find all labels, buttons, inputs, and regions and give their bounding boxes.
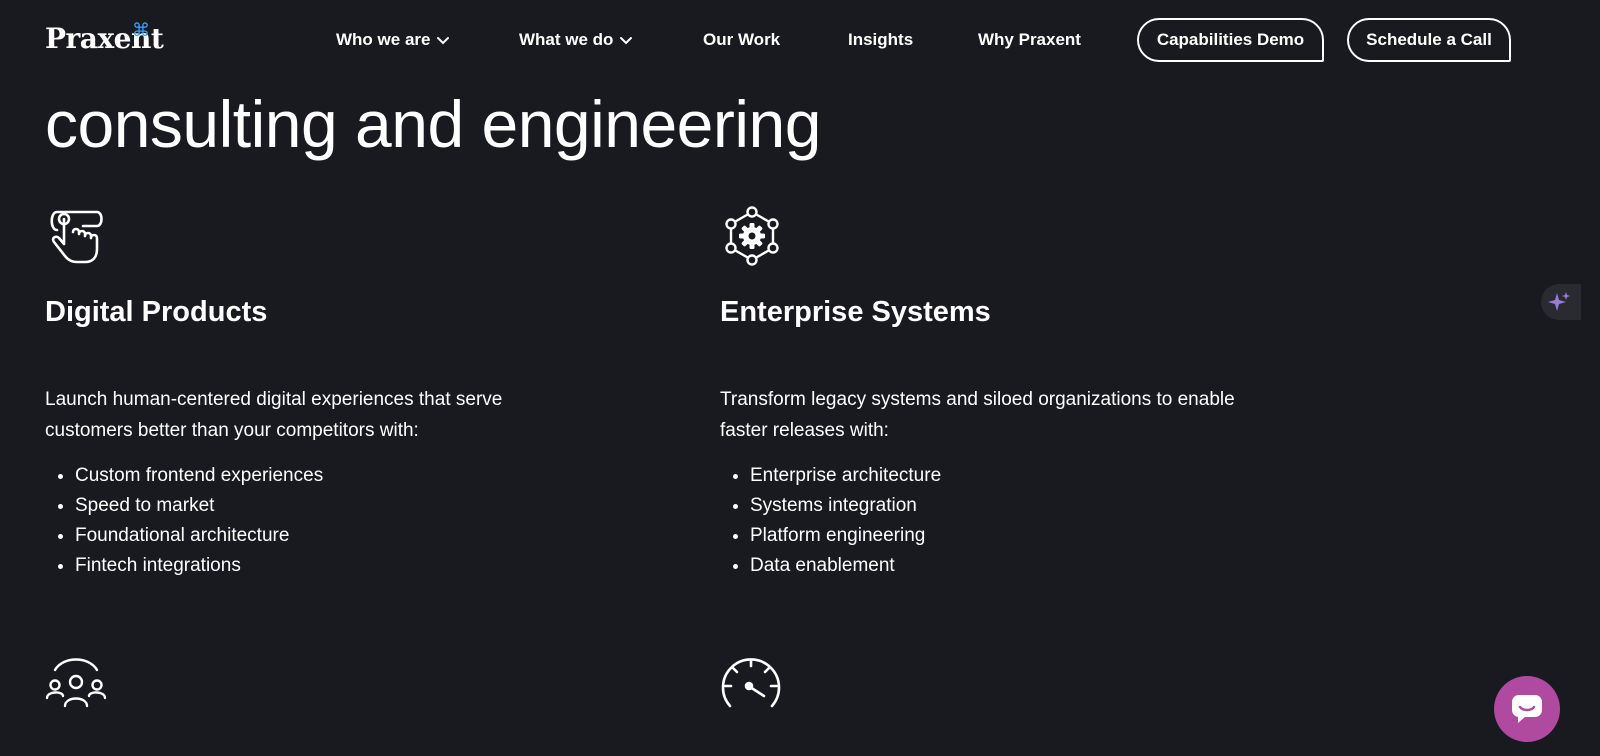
list-item: Platform engineering — [750, 521, 941, 551]
schedule-call-button[interactable]: Schedule a Call — [1347, 18, 1511, 62]
list-item: Data enablement — [750, 551, 941, 581]
touch-hand-icon — [50, 210, 103, 264]
service-description: Launch human-centered digital experience… — [45, 389, 503, 441]
team-group-icon — [45, 658, 107, 708]
nav-why-praxent[interactable]: Why Praxent — [978, 30, 1081, 50]
hero-heading: consulting and engineering — [45, 87, 821, 161]
nav-our-work[interactable]: Our Work — [703, 30, 780, 50]
service-list: Custom frontend experiences Speed to mar… — [45, 461, 323, 581]
list-item: Fintech integrations — [75, 551, 323, 581]
chat-icon — [1512, 695, 1542, 723]
service-description: Transform legacy systems and siloed orga… — [720, 389, 1235, 441]
list-item: Enterprise architecture — [750, 461, 941, 491]
page: Praxent ⌘ Who we are What we do Our Work… — [0, 0, 1600, 756]
chevron-down-icon — [437, 37, 450, 45]
service-title: Enterprise Systems — [720, 296, 991, 328]
chevron-down-icon — [620, 37, 633, 45]
list-item: Custom frontend experiences — [75, 461, 323, 491]
nav-who-we-are[interactable]: Who we are — [336, 30, 450, 50]
speedometer-icon — [721, 658, 781, 708]
service-enterprise-systems: Enterprise Systems Transform legacy syst… — [720, 204, 1280, 584]
assistant-tab[interactable] — [1541, 284, 1581, 320]
sparkle-icon — [1548, 292, 1570, 311]
site-header: Praxent ⌘ Who we are What we do Our Work… — [0, 0, 1600, 84]
list-item: Foundational architecture — [75, 521, 323, 551]
service-title: Digital Products — [45, 296, 268, 328]
nav-what-we-do[interactable]: What we do — [519, 30, 633, 50]
logo-mark-icon: ⌘ — [132, 20, 150, 41]
nav-insights[interactable]: Insights — [848, 30, 913, 50]
list-item: Speed to market — [75, 491, 323, 521]
list-item: Systems integration — [750, 491, 941, 521]
service-list: Enterprise architecture Systems integrat… — [720, 461, 941, 581]
gear-network-icon — [725, 206, 779, 266]
nav-label: Who we are — [336, 30, 431, 49]
nav-label: What we do — [519, 30, 614, 49]
nav-label: Our Work — [703, 30, 781, 49]
nav-label: Insights — [848, 30, 914, 49]
service-digital-products: Digital Products Launch human-centered d… — [45, 204, 605, 584]
chat-launcher-button[interactable] — [1494, 676, 1560, 742]
capabilities-demo-button[interactable]: Capabilities Demo — [1137, 18, 1324, 62]
nav-label: Why Praxent — [978, 30, 1081, 49]
